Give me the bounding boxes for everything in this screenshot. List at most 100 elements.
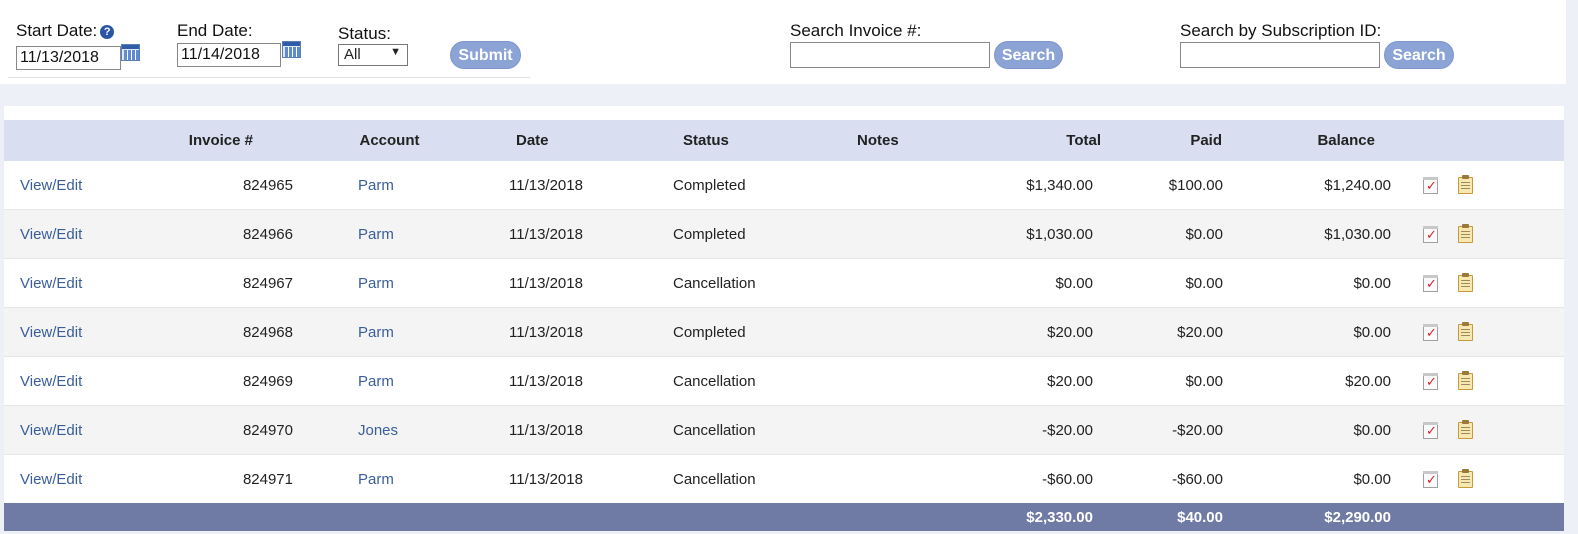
- checklist-icon[interactable]: [1423, 176, 1438, 194]
- clipboard-icon[interactable]: [1458, 419, 1473, 439]
- account-link[interactable]: Jones: [358, 422, 398, 439]
- status-cell: Cancellation: [673, 372, 756, 390]
- table-row: View/Edit 824967 Parm 11/13/2018 Cancellatio…: [4, 258, 1564, 308]
- date-cell: 11/13/2018: [509, 225, 583, 243]
- clipboard-icon[interactable]: [1458, 223, 1473, 243]
- column-header-invoice[interactable]: Invoice #: [144, 120, 325, 161]
- scrollbar-track[interactable]: [1566, 0, 1578, 534]
- search-subscription-label: Search by Subscription ID:: [1180, 21, 1382, 40]
- status-select[interactable]: All ▼: [338, 44, 408, 66]
- date-cell: 11/13/2018: [509, 323, 583, 341]
- view-edit-link[interactable]: View/Edit: [20, 422, 82, 439]
- paid-cell: -$60.00: [1172, 470, 1223, 488]
- view-edit-link[interactable]: View/Edit: [20, 471, 82, 488]
- invoice-number-cell: 824971: [242, 470, 293, 488]
- clipboard-icon[interactable]: [1458, 468, 1473, 488]
- account-link[interactable]: Parm: [358, 373, 394, 390]
- column-header: [1397, 120, 1564, 161]
- view-edit-link[interactable]: View/Edit: [20, 275, 82, 292]
- start-date-input[interactable]: [16, 46, 121, 70]
- column-header-account[interactable]: Account: [325, 120, 454, 161]
- checklist-icon[interactable]: [1423, 421, 1438, 439]
- date-cell: 11/13/2018: [509, 274, 583, 292]
- account-link[interactable]: Parm: [358, 275, 394, 292]
- balance-cell: $0.00: [1353, 470, 1391, 488]
- balance-cell: $0.00: [1353, 323, 1391, 341]
- checklist-icon[interactable]: [1423, 274, 1438, 292]
- checklist-icon[interactable]: [1423, 225, 1438, 243]
- view-edit-link[interactable]: View/Edit: [20, 226, 82, 243]
- view-edit-link[interactable]: View/Edit: [20, 177, 82, 194]
- clipboard-icon[interactable]: [1458, 272, 1473, 292]
- start-date-label: Start Date:?: [16, 21, 115, 41]
- table-row: View/Edit 824965 Parm 11/13/2018 Completed $1…: [4, 161, 1564, 210]
- clipboard-icon[interactable]: [1458, 174, 1473, 194]
- invoice-grid: Invoice # Account Date Status Notes Tota…: [4, 106, 1564, 531]
- calendar-icon[interactable]: [282, 41, 301, 58]
- search-invoice-button[interactable]: Search: [994, 41, 1063, 69]
- status-cell: Completed: [673, 176, 746, 194]
- date-cell: 11/13/2018: [509, 421, 583, 439]
- invoice-number-cell: 824969: [242, 372, 293, 390]
- paid-cell: $100.00: [1168, 176, 1223, 194]
- checklist-icon[interactable]: [1423, 323, 1438, 341]
- date-cell: 11/13/2018: [509, 470, 583, 488]
- paid-cell: $0.00: [1185, 274, 1223, 292]
- search-invoice-label: Search Invoice #:: [790, 21, 922, 40]
- view-edit-link[interactable]: View/Edit: [20, 324, 82, 341]
- calendar-icon[interactable]: [121, 44, 140, 61]
- column-header-notes[interactable]: Notes: [801, 120, 980, 161]
- invoice-number-cell: 824967: [242, 274, 293, 292]
- search-invoice-input[interactable]: [790, 42, 990, 68]
- table-row: View/Edit 824969 Parm 11/13/2018 Cancellatio…: [4, 356, 1564, 406]
- column-header-date[interactable]: Date: [454, 120, 625, 161]
- status-cell: Completed: [673, 323, 746, 341]
- paid-cell: $0.00: [1185, 372, 1223, 390]
- column-header-balance[interactable]: Balance: [1239, 120, 1397, 161]
- clipboard-icon[interactable]: [1458, 321, 1473, 341]
- clipboard-icon[interactable]: [1458, 370, 1473, 390]
- column-header-total[interactable]: Total: [980, 120, 1109, 161]
- column-header-paid[interactable]: Paid: [1109, 120, 1239, 161]
- invoice-number-cell: 824965: [242, 176, 293, 194]
- total-cell: $20.00: [1047, 372, 1093, 390]
- status-cell: Completed: [673, 225, 746, 243]
- balance-cell: $0.00: [1353, 274, 1391, 292]
- table-row: View/Edit 824970 Jones 11/13/2018 Cancellati…: [4, 405, 1564, 455]
- filter-bar: Start Date:? End Date: Status: All ▼ Sub…: [0, 0, 1566, 84]
- divider: [8, 77, 530, 78]
- status-label: Status:: [338, 24, 391, 43]
- invoice-number-cell: 824968: [242, 323, 293, 341]
- balance-cell: $0.00: [1353, 421, 1391, 439]
- end-date-label: End Date:: [177, 21, 253, 40]
- account-link[interactable]: Parm: [358, 324, 394, 341]
- status-select-value: All: [344, 46, 361, 63]
- footer-total: $2,330.00: [980, 503, 1109, 531]
- totals-row: $2,330.00 $40.00 $2,290.00: [4, 503, 1564, 531]
- account-link[interactable]: Parm: [358, 471, 394, 488]
- help-icon[interactable]: ?: [100, 25, 115, 39]
- status-cell: Cancellation: [673, 274, 756, 292]
- paid-cell: -$20.00: [1172, 421, 1223, 439]
- checklist-icon[interactable]: [1423, 372, 1438, 390]
- view-edit-link[interactable]: View/Edit: [20, 373, 82, 390]
- footer-balance: $2,290.00: [1239, 503, 1397, 531]
- search-subscription-input[interactable]: [1180, 42, 1380, 68]
- table-header-row: Invoice # Account Date Status Notes Tota…: [4, 120, 1564, 161]
- column-header-status[interactable]: Status: [625, 120, 801, 161]
- table-row: View/Edit 824966 Parm 11/13/2018 Completed $1…: [4, 209, 1564, 259]
- status-cell: Cancellation: [673, 421, 756, 439]
- column-header: [4, 120, 144, 161]
- paid-cell: $20.00: [1177, 323, 1223, 341]
- table-row: View/Edit 824968 Parm 11/13/2018 Completed $2…: [4, 307, 1564, 357]
- invoice-number-cell: 824970: [242, 421, 293, 439]
- invoice-number-cell: 824966: [242, 225, 293, 243]
- search-subscription-button[interactable]: Search: [1384, 41, 1454, 69]
- total-cell: $1,030.00: [1026, 225, 1093, 243]
- end-date-input[interactable]: [177, 43, 281, 67]
- balance-cell: $1,240.00: [1324, 176, 1391, 194]
- submit-button[interactable]: Submit: [450, 41, 521, 69]
- checklist-icon[interactable]: [1423, 470, 1438, 488]
- account-link[interactable]: Parm: [358, 226, 394, 243]
- account-link[interactable]: Parm: [358, 177, 394, 194]
